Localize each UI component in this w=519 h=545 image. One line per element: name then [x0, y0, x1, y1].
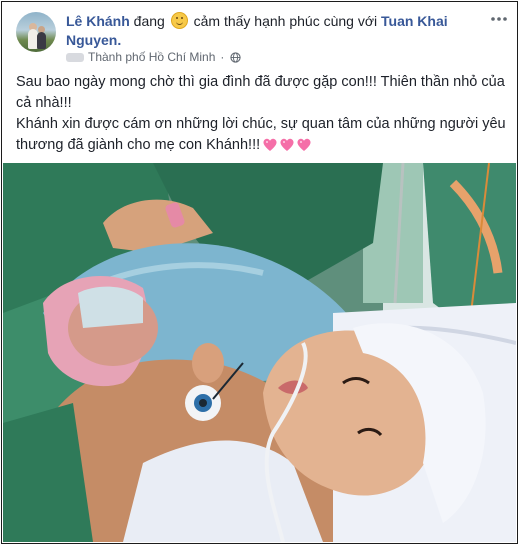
post-headline: Lê Khánh đang cảm thấy hạnh phúc cùng vớ… [66, 12, 486, 50]
facebook-post-card: Lê Khánh đang cảm thấy hạnh phúc cùng vớ… [1, 1, 518, 544]
location-link[interactable]: Thành phố Hồ Chí Minh [88, 50, 215, 64]
post-paragraph-1: Sau bao ngày mong chờ thì gia đình đã đư… [16, 74, 505, 111]
timestamp-redacted[interactable] [66, 52, 84, 62]
heart-emoji-icon [262, 137, 313, 152]
post-meta: Thành phố Hồ Chí Minh · [66, 50, 242, 64]
post-body: Sau bao ngày mong chờ thì gia đình đã đư… [16, 72, 506, 156]
meta-separator: · [220, 50, 225, 64]
post-paragraph-2: Khánh xin được cám ơn những lời chúc, sự… [16, 114, 506, 156]
avatar[interactable] [16, 12, 56, 52]
author-name-link[interactable]: Lê Khánh [66, 13, 130, 29]
more-options-icon[interactable] [490, 14, 508, 24]
feeling-text: cảm thấy hạnh phúc cùng với [193, 13, 378, 29]
post-paragraph-2-text: Khánh xin được cám ơn những lời chúc, sự… [16, 116, 506, 153]
globe-icon[interactable] [230, 51, 242, 63]
post-photo[interactable] [3, 163, 516, 542]
smiling-face-icon [170, 12, 188, 29]
status-prefix: đang [133, 13, 165, 29]
post-header: Lê Khánh đang cảm thấy hạnh phúc cùng vớ… [2, 2, 517, 64]
